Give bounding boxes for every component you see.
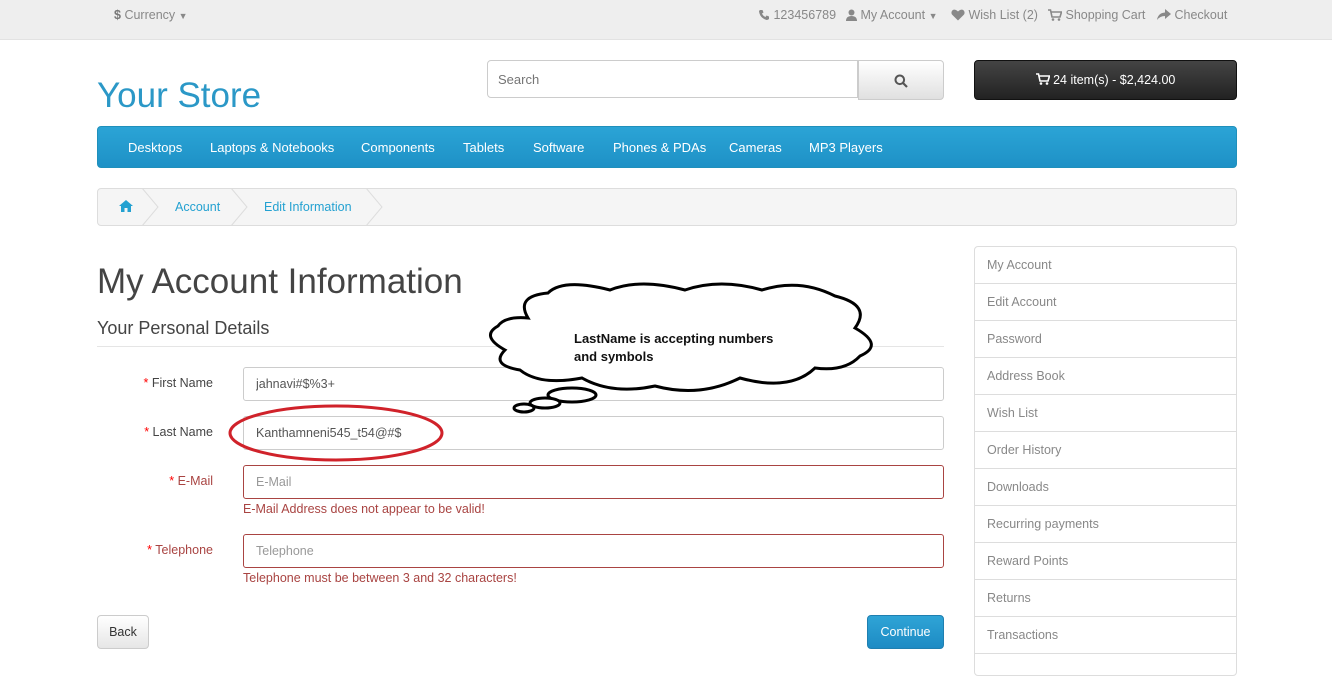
highlight-ellipse [228, 404, 444, 462]
annotation-text: LastName is accepting numbers and symbol… [574, 331, 774, 364]
